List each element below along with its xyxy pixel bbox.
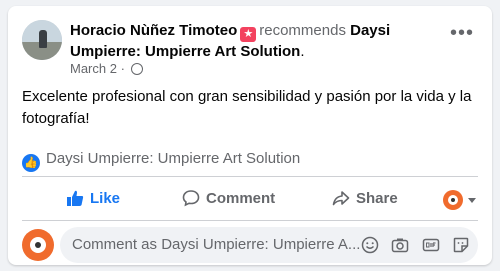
post-meta: March 2 · bbox=[70, 61, 143, 77]
divider-bottom bbox=[22, 220, 478, 221]
share-label: Share bbox=[356, 190, 398, 207]
badge-icon: ★ bbox=[240, 27, 257, 42]
header-period: . bbox=[300, 43, 305, 60]
commenter-avatar[interactable] bbox=[22, 229, 54, 261]
more-options-icon[interactable]: ••• bbox=[450, 23, 474, 43]
divider-top bbox=[22, 176, 478, 177]
recommended-page-name[interactable]: Daysi Umpierre: Umpierre Art Solution bbox=[46, 150, 300, 167]
gif-icon[interactable] bbox=[422, 236, 440, 254]
comment-input[interactable]: Comment as Daysi Umpierre: Umpierre A... bbox=[60, 227, 478, 263]
recommendation-attachment[interactable]: 👍 Daysi Umpierre: Umpierre Art Solution bbox=[22, 149, 300, 172]
author-avatar[interactable] bbox=[22, 20, 62, 60]
react-as-avatar[interactable] bbox=[443, 190, 463, 210]
caret-down-icon[interactable] bbox=[468, 198, 476, 203]
camera-icon[interactable] bbox=[391, 236, 409, 254]
action-bar: Like Comment Share bbox=[22, 178, 478, 220]
post-header: Horacio Nùñez Timoteo ★ recommends Daysi U… bbox=[70, 21, 430, 62]
meta-separator: · bbox=[120, 61, 125, 76]
comment-icon bbox=[182, 190, 200, 207]
comment-label: Comment bbox=[206, 190, 276, 207]
like-button[interactable]: Like bbox=[66, 178, 120, 220]
comment-placeholder: Comment as Daysi Umpierre: Umpierre A... bbox=[72, 236, 361, 253]
post-date[interactable]: March 2 bbox=[70, 61, 117, 76]
like-icon bbox=[67, 190, 84, 206]
share-button[interactable]: Share bbox=[332, 178, 398, 220]
recommends-verb: recommends bbox=[259, 22, 346, 39]
comment-button[interactable]: Comment bbox=[182, 178, 275, 220]
comment-composer: Comment as Daysi Umpierre: Umpierre A... bbox=[22, 227, 478, 263]
globe-icon bbox=[130, 63, 143, 75]
like-label: Like bbox=[90, 190, 121, 207]
sticker-icon[interactable] bbox=[452, 236, 470, 254]
emoji-icon[interactable] bbox=[361, 236, 379, 254]
author-name[interactable]: Horacio Nùñez Timoteo bbox=[70, 22, 237, 39]
post-body: Excelente profesional con gran sensibili… bbox=[22, 88, 472, 127]
share-icon bbox=[332, 191, 350, 206]
recommend-icon: 👍 bbox=[22, 154, 40, 172]
composer-icons bbox=[353, 236, 470, 254]
post-card: Horacio Nùñez Timoteo ★ recommends Daysi U… bbox=[8, 6, 492, 265]
